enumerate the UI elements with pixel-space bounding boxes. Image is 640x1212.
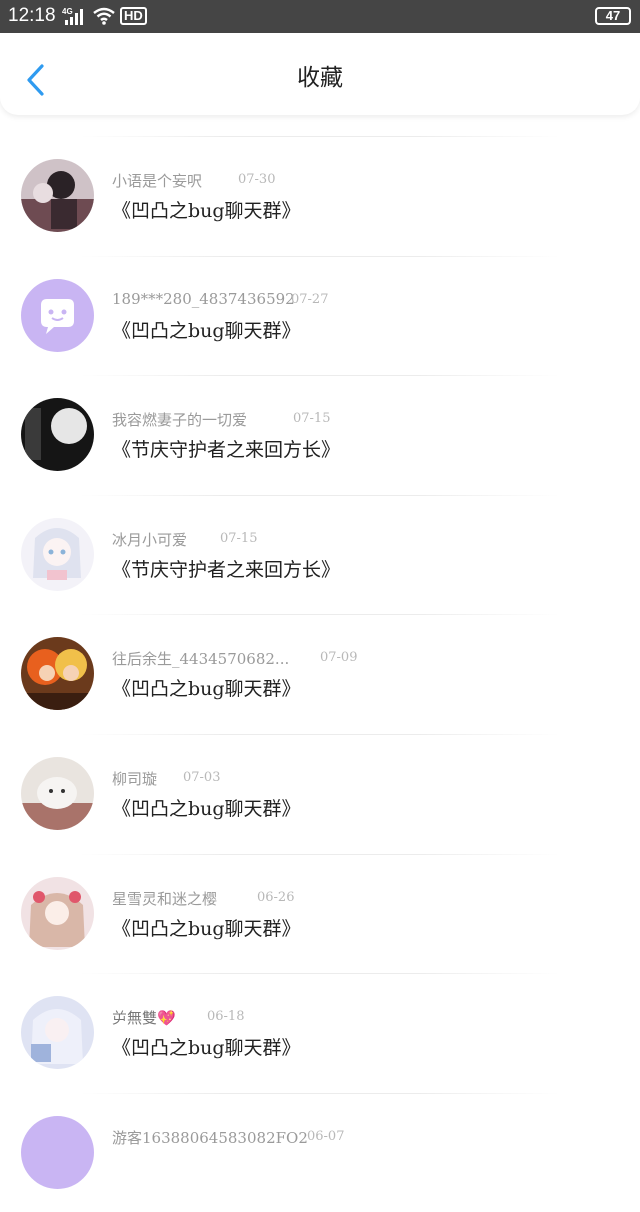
avatar [21, 996, 94, 1070]
group-name: 《节庆守护者之来回方长》 [112, 439, 341, 462]
chat-bubble-avatar-icon [21, 1115, 94, 1189]
user-name: 小语是个妄呎 [112, 172, 203, 190]
group-name: 《节庆守护者之来回方长》 [112, 558, 341, 581]
user-name: 往后余生_4434570682... [112, 650, 290, 669]
item-date: 07-15 [293, 411, 331, 427]
favorites-list: 小语是个妄呎 07-30 《凹凸之bug聊天群》 189***280_48374… [0, 136, 640, 1212]
list-item[interactable]: 星雪灵和迷之樱 06-26 《凹凸之bug聊天群》 [0, 853, 640, 974]
user-name: 星雪灵和迷之樱 [112, 889, 218, 908]
list-item[interactable]: 往后余生_4434570682... 07-09 《凹凸之bug聊天群》 [0, 614, 640, 734]
avatar [21, 517, 94, 591]
page-title: 收藏 [297, 65, 343, 91]
group-name: 《凹凸之bug聊天群》 [112, 319, 301, 342]
svg-text:4G: 4G [62, 7, 73, 16]
status-time: 12:18 [8, 5, 56, 26]
item-date: 07-09 [320, 650, 358, 666]
user-name: 189***280_4837436592 [112, 289, 295, 308]
avatar [21, 756, 94, 830]
battery-icon: 47 [595, 7, 631, 25]
list-item[interactable]: 屰無雙💖 06-18 《凹凸之bug聊天群》 [0, 973, 640, 1093]
item-date: 06-18 [207, 1009, 245, 1025]
item-date: 06-26 [257, 889, 295, 905]
item-date: 07-30 [238, 172, 276, 187]
group-name: 《凹凸之bug聊天群》 [112, 797, 301, 820]
group-name: 《凹凸之bug聊天群》 [112, 200, 301, 222]
user-name: 冰月小可爱 [112, 530, 188, 549]
item-date: 06-07 [307, 1128, 345, 1144]
list-item[interactable]: 游客1638806458308​2FO2 06-07 [0, 1092, 640, 1212]
list-item[interactable]: 189***280_4837436592 07-27 《凹凸之bug聊天群》 [0, 255, 640, 376]
user-name: 我容燃妻子的一切爱 [112, 411, 248, 430]
avatar [21, 159, 94, 232]
wifi-icon [93, 7, 115, 25]
user-name: 屰無雙💖 [112, 1009, 176, 1028]
list-item[interactable]: 冰月小可爱 07-15 《节庆守护者之来回方长》 [0, 494, 640, 615]
group-name: 《凹凸之bug聊天群》 [112, 1037, 301, 1060]
group-name: 《凹凸之bug聊天群》 [112, 917, 301, 940]
list-item[interactable]: 我容燃妻子的一切爱 07-15 《节庆守护者之来回方长》 [0, 375, 640, 495]
avatar [21, 398, 94, 472]
user-name: 游客1638806458308​2FO2 [112, 1128, 308, 1147]
avatar [21, 637, 94, 711]
list-item[interactable]: 小语是个妄呎 07-30 《凹凸之bug聊天群》 [0, 136, 640, 256]
hd-icon: HD [120, 7, 147, 25]
item-date: 07-15 [220, 530, 258, 546]
avatar [21, 876, 94, 950]
signal-icon: 4G [62, 7, 83, 25]
status-bar: 12:18 4G HD 47 [0, 0, 640, 33]
user-name: 柳司璇 [112, 769, 158, 788]
group-name: 《凹凸之bug聊天群》 [112, 678, 301, 701]
item-date: 07-03 [183, 769, 221, 785]
header-bar: 收藏 [0, 33, 640, 115]
chat-bubble-avatar-icon [21, 278, 94, 352]
item-date: 07-27 [291, 291, 329, 307]
list-item[interactable]: 柳司璇 07-03 《凹凸之bug聊天群》 [0, 733, 640, 854]
